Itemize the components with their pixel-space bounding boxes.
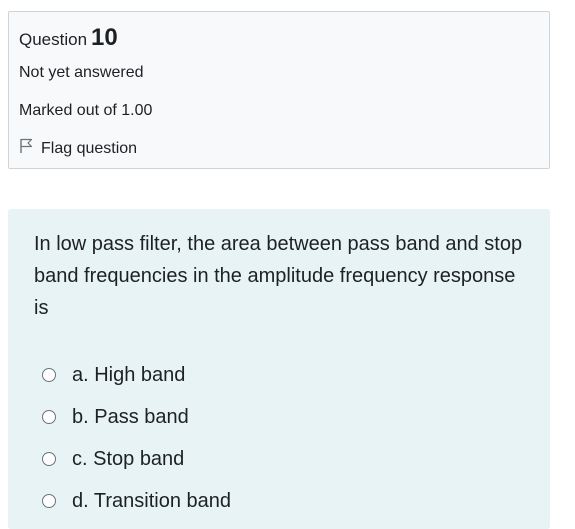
radio-unchecked-icon[interactable] [42, 410, 56, 424]
radio-unchecked-icon[interactable] [42, 452, 56, 466]
answer-label: b. Pass band [72, 405, 189, 428]
question-text: In low pass filter, the area between pas… [34, 233, 523, 319]
answer-option-d[interactable]: d. Transition band [42, 480, 231, 522]
answer-option-b[interactable]: b. Pass band [42, 396, 231, 438]
radio-unchecked-icon[interactable] [42, 368, 56, 382]
flag-question-label: Flag question [41, 139, 138, 157]
answer-options: a. High band b. Pass band c. Stop band d… [42, 354, 231, 522]
question-info-panel: Question 10 Not yet answered Marked out o… [8, 11, 550, 169]
flag-icon [19, 138, 41, 159]
question-label: Question [19, 30, 88, 49]
question-content-panel: In low pass filter, the area between pas… [8, 209, 550, 529]
answer-label: a. High band [72, 363, 186, 386]
answer-label: d. Transition band [72, 489, 231, 512]
question-status: Not yet answered [19, 64, 144, 81]
flag-question-link[interactable]: Flag question [19, 138, 137, 159]
question-grade: Marked out of 1.00 [19, 102, 153, 119]
answer-label: c. Stop band [72, 447, 185, 470]
question-title: Question 10 [19, 24, 118, 52]
answer-option-c[interactable]: c. Stop band [42, 438, 231, 480]
radio-unchecked-icon[interactable] [42, 494, 56, 508]
answer-option-a[interactable]: a. High band [42, 354, 231, 396]
question-number: 10 [91, 24, 118, 51]
